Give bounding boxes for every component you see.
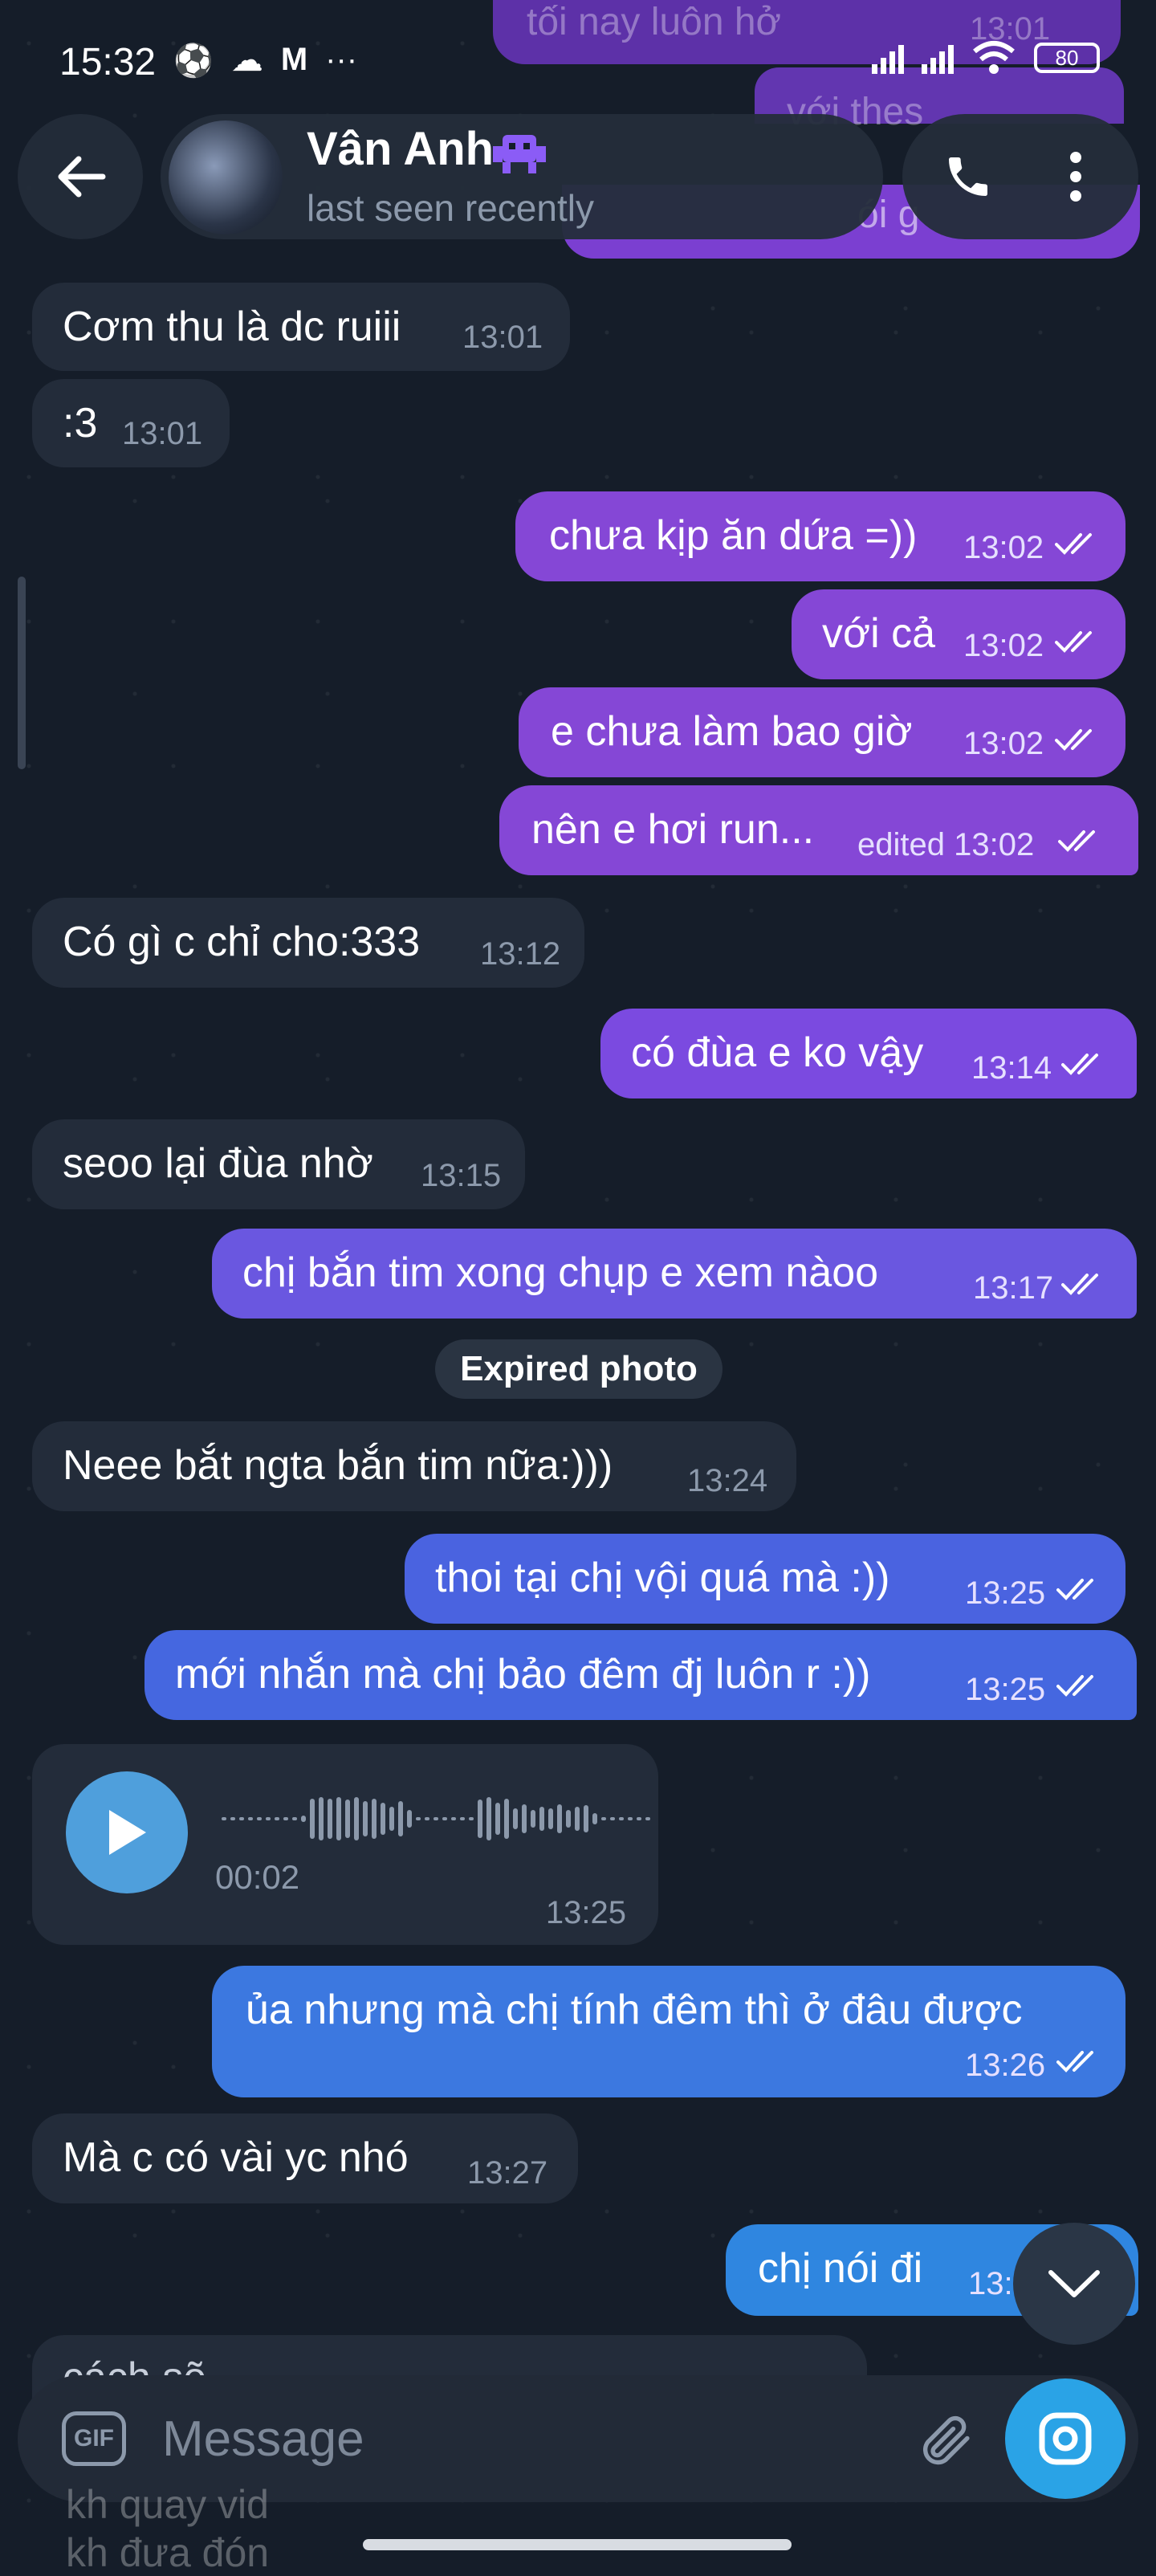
expired-photo-label: Expired photo bbox=[435, 1339, 722, 1399]
message-text: e chưa làm bao giờ bbox=[551, 708, 913, 755]
back-arrow-icon bbox=[58, 156, 106, 198]
outgoing-message[interactable]: chưa kịp ăn dứa =)) 13:02 bbox=[515, 491, 1125, 581]
camera-button[interactable] bbox=[1005, 2378, 1125, 2499]
background-message-text: kh đưa đón bbox=[66, 2530, 270, 2575]
soccer-ball-icon: ⚽ bbox=[173, 43, 214, 79]
voice-waveform[interactable] bbox=[222, 1791, 650, 1847]
incoming-message[interactable]: Neee bắt ngta bắn tim nữa:))) 13:24 bbox=[32, 1421, 796, 1511]
message-text: Có gì c chỉ cho:333 bbox=[63, 919, 421, 965]
incoming-message[interactable]: Có gì c chỉ cho:333 13:12 bbox=[32, 898, 584, 988]
message-time: 13: bbox=[968, 2266, 1013, 2301]
message-time: 13:02 bbox=[963, 726, 1044, 761]
battery-level: 80 bbox=[1055, 45, 1079, 70]
read-double-check-icon bbox=[1055, 533, 1092, 555]
incoming-message[interactable]: Mà c có vài yc nhó 13:27 bbox=[32, 2113, 578, 2203]
message-text: Neee bắt ngta bắn tim nữa:))) bbox=[63, 1442, 613, 1489]
message-time: 13:01 bbox=[122, 416, 203, 451]
message-time: 13:27 bbox=[467, 2155, 548, 2191]
message-text: chị bắn tim xong chụp e xem nàoo bbox=[242, 1249, 879, 1296]
gif-icon: GIF bbox=[62, 2411, 126, 2466]
outgoing-message[interactable]: nên e hơi run... edited 13:02 bbox=[499, 785, 1138, 875]
incoming-message[interactable]: :3 13:01 bbox=[32, 379, 230, 467]
call-button[interactable] bbox=[936, 145, 1000, 209]
message-time: 13:25 bbox=[965, 1672, 1046, 1707]
message-time: 13:24 bbox=[687, 1463, 768, 1498]
phone-icon bbox=[949, 157, 987, 196]
read-double-check-icon bbox=[1061, 1054, 1098, 1075]
message-time: 13:15 bbox=[421, 1158, 502, 1193]
back-button[interactable] bbox=[18, 114, 143, 239]
voice-message[interactable]: 00:02 13:25 bbox=[32, 1744, 658, 1945]
message-time: 13:26 bbox=[965, 2048, 1046, 2083]
contact-name[interactable]: Vân Anh bbox=[307, 122, 494, 176]
home-indicator[interactable] bbox=[363, 2539, 792, 2550]
outgoing-message[interactable]: với cả 13:02 bbox=[792, 589, 1125, 679]
voice-duration: 00:02 bbox=[215, 1858, 300, 1896]
cloud-icon: ☁ bbox=[230, 43, 263, 78]
message-time: 13:12 bbox=[480, 936, 561, 972]
message-text: nên e hơi run... bbox=[531, 806, 815, 853]
message-text: chưa kịp ăn dứa =)) bbox=[549, 512, 918, 559]
message-time: 13:17 bbox=[973, 1270, 1054, 1306]
outgoing-message[interactable]: e chưa làm bao giờ 13:02 bbox=[519, 687, 1125, 777]
paperclip-icon bbox=[922, 2415, 970, 2465]
gif-button[interactable]: GIF bbox=[55, 2407, 133, 2470]
message-input[interactable] bbox=[161, 2396, 902, 2481]
message-text: :3 bbox=[63, 400, 98, 446]
message-time: edited 13:02 bbox=[857, 827, 1035, 862]
contact-status: last seen recently bbox=[307, 187, 594, 229]
system-icons: 80 bbox=[872, 40, 1100, 75]
incoming-message[interactable]: seoo lại đùa nhờ 13:15 bbox=[32, 1119, 525, 1209]
status-bar: 15:32 ⚽ ☁ M ··· 80 bbox=[0, 0, 1156, 120]
outgoing-message[interactable]: thoi tại chị vội quá mà :)) 13:25 bbox=[405, 1534, 1125, 1624]
message-text: Cơm thu là dc ruiii bbox=[63, 304, 401, 350]
outgoing-message[interactable]: mới nhắn mà chị bảo đêm đj luôn r :)) 13… bbox=[144, 1630, 1137, 1720]
read-double-check-icon bbox=[1055, 729, 1092, 751]
message-time: 13:25 bbox=[545, 1895, 626, 1930]
outgoing-message[interactable]: có đùa e ko vậy 13:14 bbox=[600, 1009, 1137, 1098]
notification-icons: ⚽ ☁ M ··· bbox=[173, 42, 357, 79]
message-time: 13:01 bbox=[462, 320, 543, 355]
more-dots-icon: ··· bbox=[325, 42, 358, 77]
read-double-check-icon bbox=[1055, 631, 1092, 653]
avatar[interactable] bbox=[169, 120, 283, 234]
signal-icon bbox=[872, 42, 904, 74]
message-time: 13:25 bbox=[965, 1575, 1046, 1611]
read-double-check-icon bbox=[1056, 1579, 1093, 1600]
message-text: có đùa e ko vậy bbox=[631, 1029, 924, 1076]
message-text: ủa nhưng mà chị tính đêm thì ở đâu được bbox=[246, 1987, 1023, 2033]
read-double-check-icon bbox=[1056, 2051, 1093, 2073]
alien-monster-icon bbox=[493, 135, 546, 173]
camera-icon bbox=[1039, 2412, 1092, 2465]
background-message-text: kh quay vid bbox=[66, 2482, 269, 2527]
message-text: seoo lại đùa nhờ bbox=[63, 1140, 373, 1187]
chevron-down-icon bbox=[1048, 2270, 1100, 2297]
message-text: mới nhắn mà chị bảo đêm đj luôn r :)) bbox=[175, 1651, 871, 1698]
battery-icon: 80 bbox=[1034, 43, 1100, 73]
message-time: 13:14 bbox=[971, 1050, 1052, 1086]
message-time: 13:02 bbox=[963, 628, 1044, 663]
message-time: 13:02 bbox=[963, 530, 1044, 565]
status-time: 15:32 bbox=[59, 41, 157, 84]
outgoing-message[interactable]: chị bắn tim xong chụp e xem nàoo 13:17 bbox=[212, 1229, 1137, 1319]
scrollbar[interactable] bbox=[18, 577, 26, 769]
wifi-icon bbox=[973, 41, 1015, 74]
read-double-check-icon bbox=[1058, 830, 1095, 852]
scroll-to-bottom-button[interactable] bbox=[1013, 2223, 1135, 2345]
more-vertical-icon bbox=[1070, 152, 1081, 202]
message-text: chị nói đi bbox=[758, 2245, 923, 2292]
message-text: với cả bbox=[822, 610, 936, 657]
message-text: thoi tại chị vội quá mà :)) bbox=[435, 1555, 890, 1601]
gmail-icon: M bbox=[280, 42, 308, 77]
more-options-button[interactable] bbox=[1044, 145, 1108, 209]
play-button[interactable] bbox=[66, 1771, 188, 1893]
signal-icon bbox=[922, 42, 954, 74]
outgoing-message[interactable]: ủa nhưng mà chị tính đêm thì ở đâu được … bbox=[212, 1966, 1125, 2097]
attach-button[interactable] bbox=[914, 2407, 978, 2472]
read-double-check-icon bbox=[1061, 1274, 1098, 1295]
incoming-message[interactable]: Cơm thu là dc ruiii 13:01 bbox=[32, 283, 570, 371]
read-double-check-icon bbox=[1056, 1675, 1093, 1697]
play-icon bbox=[109, 1810, 146, 1855]
message-text: Mà c có vài yc nhó bbox=[63, 2134, 409, 2181]
